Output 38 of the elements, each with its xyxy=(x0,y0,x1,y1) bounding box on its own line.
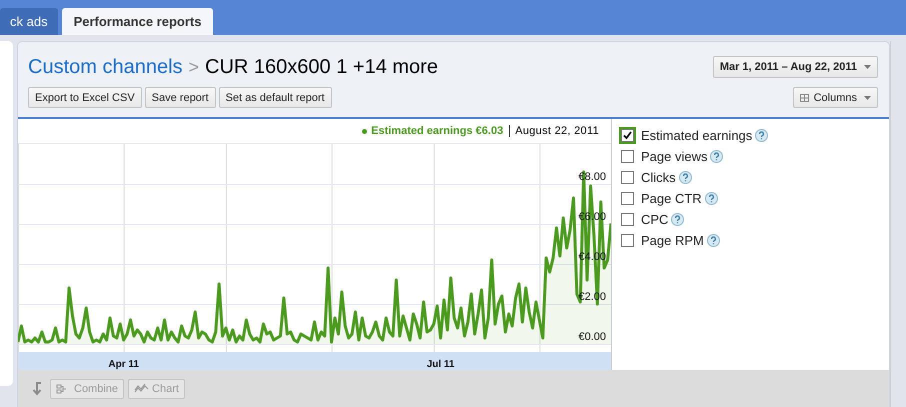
help-icon[interactable] xyxy=(710,150,724,163)
metric-label: Page views xyxy=(641,149,708,164)
tab[interactable]: ck ads xyxy=(0,8,58,35)
checkbox[interactable] xyxy=(621,150,634,163)
help-icon[interactable] xyxy=(704,192,718,205)
axis-label: €0.00 xyxy=(578,331,606,343)
checkbox[interactable] xyxy=(621,129,634,142)
columns-dropdown[interactable]: Columns xyxy=(792,87,878,108)
breadcrumb-separator: > xyxy=(188,57,200,78)
report-title: CUR 160x600 1 +14 more xyxy=(205,56,438,79)
grid-icon xyxy=(800,94,809,102)
metric-label: Clicks xyxy=(641,170,676,185)
axis-label: Apr 11 xyxy=(108,359,139,370)
axis-label: Jul 11 xyxy=(426,359,454,370)
checkbox[interactable] xyxy=(621,192,634,205)
action-button[interactable]: Save report xyxy=(144,87,216,108)
help-icon[interactable] xyxy=(671,213,684,226)
help-icon[interactable] xyxy=(678,171,692,184)
metric-label: Estimated earnings xyxy=(641,128,752,143)
checkbox[interactable] xyxy=(621,171,634,184)
caret-icon xyxy=(864,96,871,100)
legend-value: Estimated earnings €6.03 xyxy=(371,125,504,137)
help-icon[interactable] xyxy=(755,129,768,142)
breadcrumb-link[interactable]: Custom channels xyxy=(28,56,183,79)
metric-label: Page CTR xyxy=(641,191,702,206)
arrow-icon[interactable] xyxy=(32,382,43,396)
help-icon[interactable] xyxy=(706,234,720,247)
metric-label: CPC xyxy=(641,212,668,227)
date-range-dropdown[interactable]: Mar 1, 2011 – Aug 22, 2011 xyxy=(712,56,878,78)
tab[interactable]: Performance reports xyxy=(62,8,214,35)
metric-label: Page RPM xyxy=(641,233,704,248)
line-chart-icon xyxy=(134,383,150,394)
caret-icon xyxy=(864,64,871,68)
action-button[interactable]: Set as default report xyxy=(218,87,332,108)
legend-date: August 22, 2011 xyxy=(509,125,599,137)
checkbox[interactable] xyxy=(621,234,634,247)
checkbox[interactable] xyxy=(621,213,634,226)
action-button[interactable]: Export to Excel CSV xyxy=(28,87,142,108)
